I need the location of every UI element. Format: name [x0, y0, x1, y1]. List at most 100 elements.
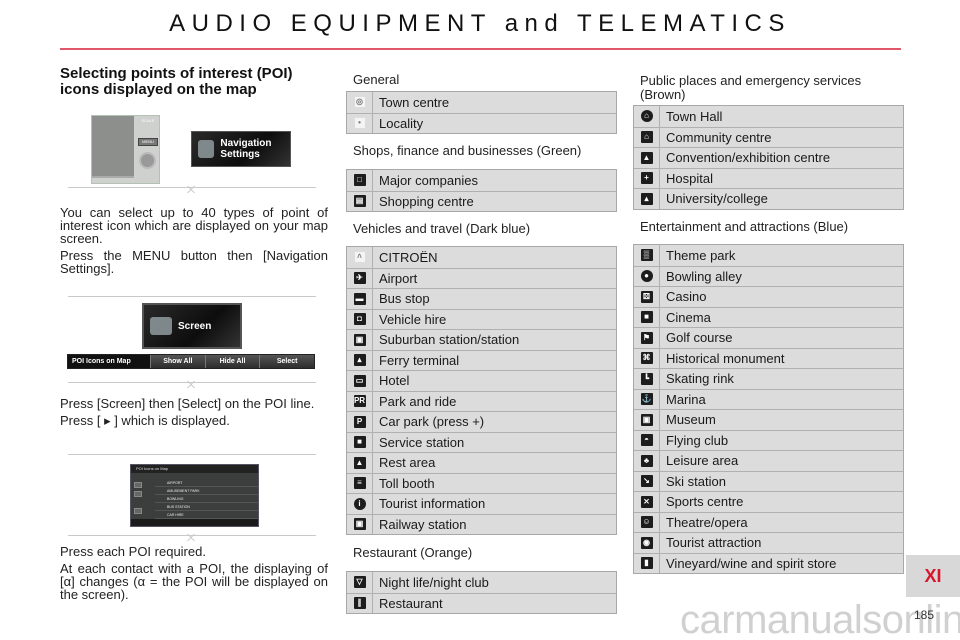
poi-name: University/college: [666, 191, 768, 207]
divider: [68, 187, 316, 188]
golf-flag-icon: ⚑: [640, 331, 653, 344]
poi-icon-cell: ■: [347, 432, 373, 452]
plane-club-icon: ◓: [640, 434, 653, 447]
divider-notch: [184, 381, 198, 389]
poi-icon-cell: ⌂: [634, 127, 660, 147]
poi-row: ▲ Rest area: [347, 452, 616, 473]
poi-row: ⚑ Golf course: [634, 327, 903, 348]
paragraph: Press [ ▸ ] which is displayed.: [60, 413, 230, 428]
screen-button-image: Screen: [142, 303, 242, 349]
poi-row: ♣ Leisure area: [634, 450, 903, 471]
poi-icon-cell: ▲: [634, 148, 660, 168]
poi-row: ▴ Ferry terminal: [347, 349, 616, 370]
major-companies-icon: □: [353, 174, 366, 187]
device-panel-image: SCALE MENU: [91, 115, 160, 184]
rotary-knob: [139, 152, 156, 169]
poi-icon-cell: ▴: [634, 189, 660, 209]
parking-icon: P: [353, 415, 366, 428]
divider-notch: [184, 186, 198, 194]
poi-name: Suburban station/station: [379, 332, 520, 348]
poi-name: Historical monument: [666, 350, 785, 366]
poi-icon-cell: ˄: [347, 247, 373, 268]
poi-name: Theatre/opera: [666, 514, 748, 530]
poi-icon-cell: ▽: [347, 572, 373, 593]
poi-name: Tourist attraction: [666, 535, 762, 551]
shopping-cart-icon: ▤: [353, 195, 366, 208]
poi-table-shops: □ Major companies ▤ Shopping centre: [346, 169, 617, 212]
info-icon: i: [353, 497, 366, 510]
poi-name: Skating rink: [666, 371, 734, 387]
poi-name: Vineyard/wine and spirit store: [666, 555, 837, 571]
poi-name: Rest area: [379, 455, 436, 471]
poi-name: Park and ride: [379, 393, 457, 409]
poi-name: Tourist information: [379, 496, 486, 512]
scale-button-label: SCALE: [141, 118, 155, 123]
poi-name: Theme park: [666, 247, 736, 263]
poi-icon-cell: ▣: [634, 410, 660, 430]
poi-icons-bar-image: POI Icons on Map Show All Hide All Selec…: [67, 354, 315, 369]
poi-name: Car park (press +): [379, 414, 485, 430]
divider: [68, 382, 316, 383]
poi-row: ˄ CITROËN: [347, 247, 616, 268]
poi-icon-cell: ┗: [634, 369, 660, 389]
poi-icon-cell: ≡: [347, 473, 373, 493]
select-option: Select: [259, 355, 315, 368]
dice-icon: ⚄: [640, 290, 653, 303]
poi-row: ▣ Suburban station/station: [347, 329, 616, 350]
chapter-tab[interactable]: XI: [906, 555, 960, 597]
screen-label: Screen: [178, 320, 212, 332]
poi-table-vehicles: ˄ CITROËN ✈ Airport ▬ Bus stop ◘ Vehicle hire ▣ S…: [346, 246, 617, 535]
device-screen: [92, 116, 134, 178]
poi-list-title: POI Icons on Map: [131, 465, 258, 473]
poi-name: Leisure area: [666, 453, 739, 469]
poi-row: ▽ Night life/night club: [347, 572, 616, 593]
paragraph: Press each POI required.: [60, 544, 206, 559]
poi-name: Hotel: [379, 373, 410, 389]
category-label-entertainment: Entertainment and attractions (Blue): [640, 219, 849, 234]
poi-row: ▣ Railway station: [347, 513, 616, 534]
poi-name: Toll booth: [379, 475, 435, 491]
poi-icon-cell: ▴: [347, 350, 373, 370]
bed-icon: ▭: [353, 374, 366, 387]
poi-row: ▬ Bus stop: [347, 288, 616, 309]
poi-table-general: ◎ Town centre • Locality: [346, 91, 617, 134]
ferry-icon: ▴: [353, 354, 366, 367]
poi-icon-cell: +: [634, 168, 660, 188]
category-label-general: General: [353, 72, 400, 87]
car-icon: ◘: [353, 313, 366, 326]
screen-icon: [150, 317, 172, 335]
title-rule: [60, 48, 901, 50]
poi-name: CITROËN: [379, 249, 438, 265]
poi-name: Vehicle hire: [379, 311, 447, 327]
poi-bar-label: POI Icons on Map: [68, 355, 150, 368]
railway-icon: ▣: [353, 518, 366, 531]
category-label-vehicles: Vehicles and travel (Dark blue): [353, 221, 531, 236]
monument-icon: ⌘: [640, 352, 653, 365]
poi-icon-cell: ▒: [634, 245, 660, 266]
poi-icon-cell: ♣: [634, 451, 660, 471]
park-and-ride-icon: PR: [353, 395, 366, 408]
hide-all-option: Hide All: [204, 355, 260, 368]
airplane-icon: ✈: [353, 272, 366, 285]
community-centre-icon: ⌂: [640, 131, 653, 144]
poi-icon-cell: ⨯: [634, 492, 660, 512]
poi-icon-cell: •: [347, 113, 373, 133]
locality-icon: •: [353, 117, 366, 130]
poi-name: Service station: [379, 434, 465, 450]
fork-knife-icon: ∥: [353, 597, 366, 610]
poi-icon-cell: ⚓: [634, 389, 660, 409]
convention-centre-icon: ▲: [640, 151, 653, 164]
wine-bottle-icon: ▮: [640, 557, 653, 570]
poi-icon-cell: ↘: [634, 471, 660, 491]
category-label-public: Public places and emergency services (Br…: [640, 73, 862, 102]
poi-icon-cell: ▣: [347, 330, 373, 350]
poi-row: ┗ Skating rink: [634, 368, 903, 389]
poi-row: ▭ Hotel: [347, 370, 616, 391]
section-heading: Selecting points of interest (POI) icons…: [60, 65, 293, 98]
poi-icon-cell: P: [347, 412, 373, 432]
divider: [68, 454, 316, 455]
poi-icon-cell: ●: [634, 266, 660, 286]
poi-row: ∥ Restaurant: [347, 592, 616, 613]
poi-icon-cell: PR: [347, 391, 373, 411]
poi-table-entertainment: ▒ Theme park ● Bowling alley ⚄ Casino ■ Cinema ⚑…: [633, 244, 904, 574]
